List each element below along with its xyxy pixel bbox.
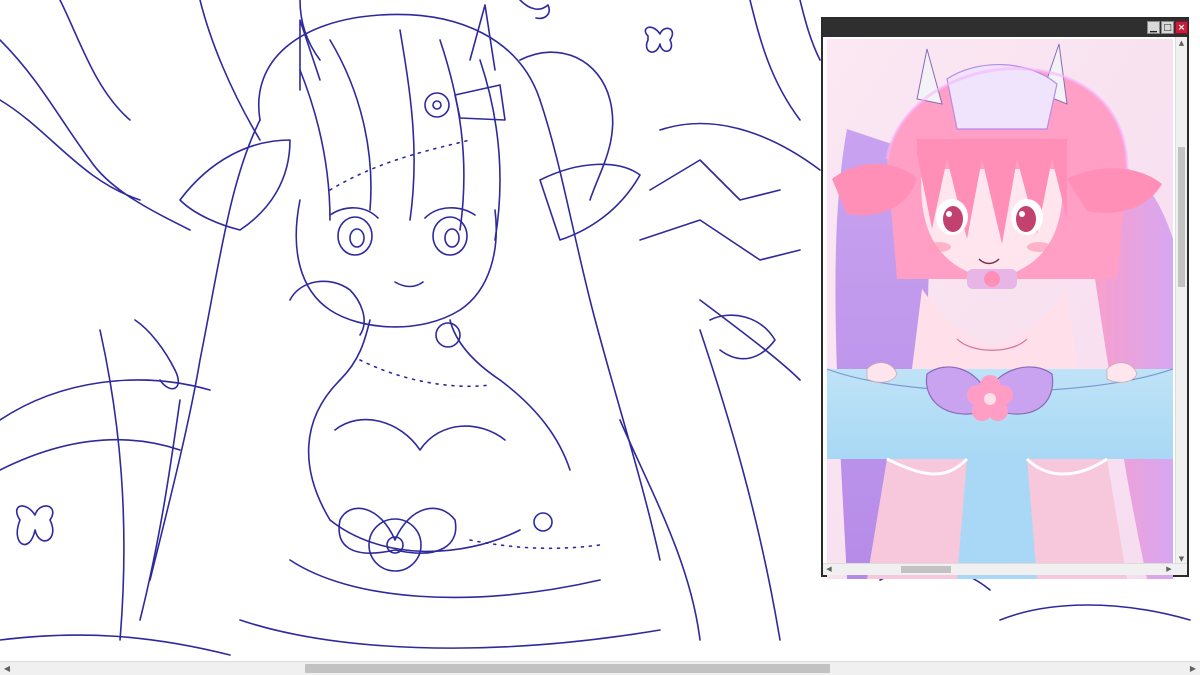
scroll-right-icon[interactable]: ▶ xyxy=(1163,564,1175,575)
reference-image xyxy=(827,39,1173,579)
minimize-icon: ▁ xyxy=(1150,23,1157,33)
scroll-left-icon[interactable]: ◀ xyxy=(823,564,835,575)
close-icon: × xyxy=(1177,23,1186,33)
canvas-horizontal-scrollbar[interactable]: ◀ ▶ xyxy=(0,661,1200,675)
minimize-button[interactable]: ▁ xyxy=(1147,21,1160,34)
scroll-up-icon[interactable]: ▲ xyxy=(1176,37,1187,49)
maximize-icon: □ xyxy=(1163,23,1172,33)
reference-vertical-scrollbar[interactable]: ▲ ▼ xyxy=(1175,37,1187,565)
close-button[interactable]: × xyxy=(1175,21,1188,34)
colored-reference-illustration xyxy=(827,39,1173,579)
reference-horizontal-scroll-thumb[interactable] xyxy=(901,566,951,573)
reference-window[interactable]: ▁ □ × ▲ ▼ ◀ ▶ xyxy=(821,17,1189,579)
canvas-scroll-thumb[interactable] xyxy=(305,664,830,673)
canvas-scroll-right-icon[interactable]: ▶ xyxy=(1187,663,1199,675)
reference-horizontal-scrollbar[interactable]: ◀ ▶ xyxy=(823,563,1187,575)
maximize-button[interactable]: □ xyxy=(1161,21,1174,34)
reference-window-titlebar[interactable]: ▁ □ × xyxy=(823,19,1188,37)
canvas-scroll-left-icon[interactable]: ◀ xyxy=(1,663,13,675)
reference-vertical-scroll-thumb[interactable] xyxy=(1178,147,1185,287)
